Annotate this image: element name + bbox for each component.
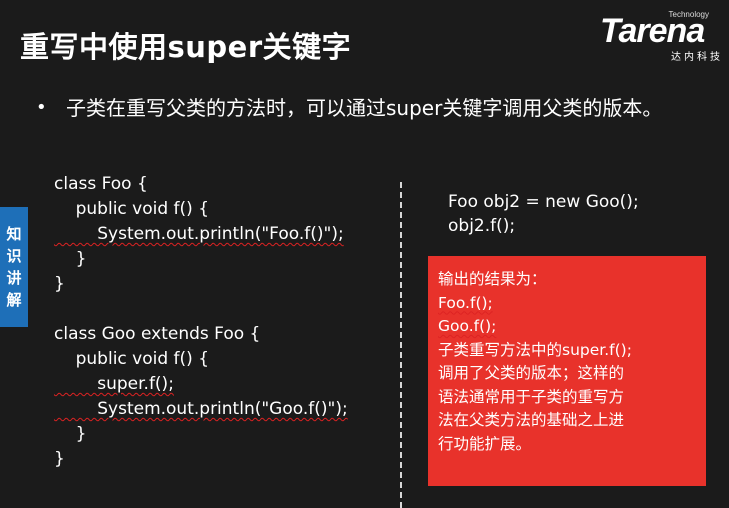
side-tab-char: 知 [6,225,22,243]
code-line: Foo obj2 = new Goo(); [448,192,639,212]
code-line: System.out.println("Foo.f()"); [54,224,344,244]
bullet-dot-icon: • [36,97,47,118]
code-line: } [54,424,87,444]
logo-brand-text: Tarena [600,12,705,50]
code-line: public void f() { [54,199,210,219]
code-line: } [54,449,65,469]
result-callout: 输出的结果为： Foo.f(); Goo.f(); 子类重写方法中的super.… [428,256,706,486]
side-tab-char: 解 [6,291,22,309]
result-line: 行功能扩展。 [438,434,532,453]
side-tab-char: 识 [6,247,22,265]
code-line: obj2.f(); [448,216,516,236]
code-line: super.f(); [54,374,174,394]
code-example-right: Foo obj2 = new Goo(); obj2.f(); [448,190,639,238]
slide-title: 重写中使用super关键字 [20,30,352,64]
result-line: Foo.f(); [438,293,493,312]
result-line: 子类重写方法中的super.f(); [438,340,632,359]
code-line: } [54,249,87,269]
logo-subtitle-text: 达内科技 [671,52,723,63]
tarena-logo: Technology Tarena 达内科技 [600,10,725,63]
code-line: class Goo extends Foo { [54,324,261,344]
bullet-text: 子类在重写父类的方法时，可以通过super关键字调用父类的版本。 [66,96,663,120]
dashed-divider [400,182,402,508]
result-line: 调用了父类的版本；这样的 [438,364,625,382]
code-line: System.out.println("Goo.f()"); [54,399,348,419]
code-line: class Foo { [54,174,148,194]
code-example-left: class Foo { public void f() { System.out… [54,172,348,472]
code-line: } [54,274,65,294]
result-line: 法在父类方法的基础之上进 [438,411,625,429]
side-tab-char: 讲 [6,269,22,287]
code-line: public void f() { [54,349,210,369]
bullet-point: • 子类在重写父类的方法时，可以通过super关键字调用父类的版本。 [36,92,706,124]
result-line: Goo.f(); [438,317,497,335]
result-line: 语法通常用于子类的重写方 [438,387,625,406]
result-line: 输出的结果为： [438,270,547,288]
knowledge-tab: 知 识 讲 解 [0,207,28,327]
